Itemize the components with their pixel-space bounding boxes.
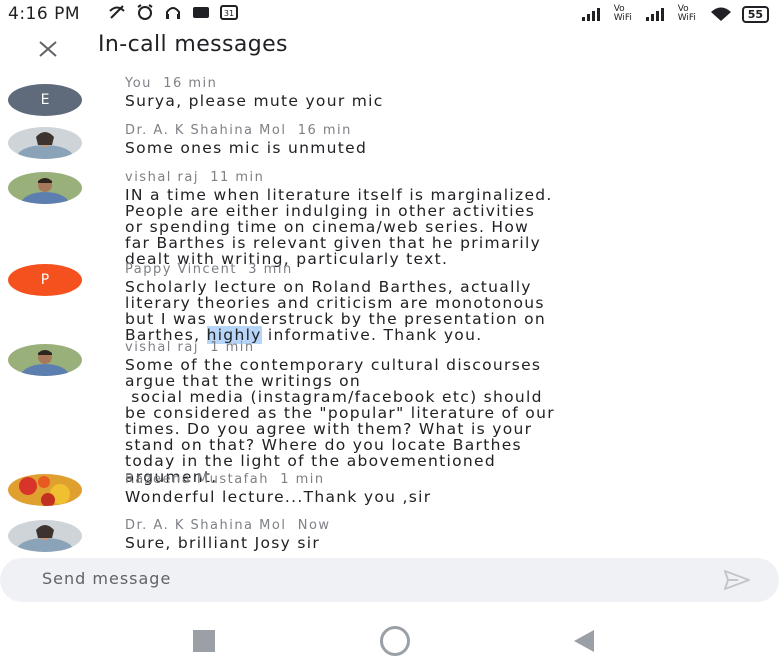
- no-wifi-icon: [109, 5, 125, 19]
- message-composer[interactable]: Send message: [0, 558, 779, 602]
- message-text: Some of the contemporary cultural discou…: [125, 356, 555, 486]
- message-time: Now: [297, 518, 331, 533]
- system-status-icons: Vo WiFi Vo WiFi 55: [581, 4, 769, 23]
- message-text-line: Scholarly lecture on Roland Barthes, act…: [125, 278, 532, 296]
- send-message-input[interactable]: Send message: [42, 569, 171, 588]
- sender-name: vishal raj: [125, 340, 199, 355]
- message-meta: Dr. A. K Shahina Mol 16 min: [125, 123, 352, 138]
- avatar-letter: E: [40, 92, 50, 108]
- message-meta: vishal raj 1 min: [125, 340, 255, 355]
- message-text: Some ones mic is unmuted: [125, 139, 368, 157]
- app-notification-icon: [193, 7, 209, 18]
- vowifi-label: Vo WiFi: [677, 4, 696, 23]
- message-meta: vishal raj 11 min: [125, 170, 264, 185]
- sender-name: Dr. A. K Shahina Mol: [125, 518, 287, 533]
- message-time: 11 min: [210, 170, 265, 185]
- message-item: Dr. A. K Shahina Mol Now Sure, brilliant…: [0, 518, 779, 558]
- message-item: vishal raj 1 min Some of the contemporar…: [0, 340, 779, 485]
- message-item: Razeena Mustafah 1 min Wonderful lecture…: [0, 472, 779, 512]
- vowifi-label: Vo WiFi: [613, 4, 632, 23]
- battery-icon: 55: [741, 5, 769, 23]
- message-time: 16 min: [163, 76, 218, 91]
- message-list[interactable]: E You 16 min Surya, please mute your mic…: [0, 68, 779, 552]
- profile-photo-icon: [8, 520, 82, 552]
- message-time: 3 min: [248, 262, 293, 277]
- message-item: vishal raj 11 min IN a time when literat…: [0, 170, 779, 267]
- message-item: E You 16 min Surya, please mute your mic: [0, 76, 779, 116]
- avatar: E: [8, 84, 82, 116]
- alarm-icon: [137, 4, 153, 20]
- avatar: [8, 127, 82, 159]
- sender-name: Dr. A. K Shahina Mol: [125, 123, 287, 138]
- message-text: Scholarly lecture on Roland Barthes, act…: [125, 278, 546, 344]
- page-title: In-call messages: [98, 32, 288, 57]
- avatar-letter: P: [40, 272, 50, 288]
- avatar: [8, 474, 82, 506]
- message-meta: Pappy Vincent 3 min: [125, 262, 293, 277]
- status-bar: 4:16 PM 31 Vo WiFi Vo WiFi 55: [0, 0, 779, 30]
- message-text-line: literary theories and criticism are mono…: [125, 294, 545, 312]
- message-text-line: but I was wonderstruck by the presentati…: [125, 310, 546, 328]
- profile-photo-icon: [8, 127, 82, 159]
- home-button[interactable]: [380, 626, 410, 656]
- app-bar: In-call messages: [0, 30, 779, 64]
- profile-photo-icon: [8, 474, 82, 506]
- message-meta: Dr. A. K Shahina Mol Now: [125, 518, 331, 533]
- message-text: IN a time when literature itself is marg…: [125, 186, 553, 268]
- notification-icons: 31: [108, 4, 238, 20]
- calendar-icon: 31: [220, 5, 238, 20]
- close-icon[interactable]: [34, 34, 62, 62]
- message-time: 16 min: [297, 123, 352, 138]
- message-time: 1 min: [210, 340, 255, 355]
- message-item: P Pappy Vincent 3 min Scholarly lecture …: [0, 262, 779, 344]
- recents-button[interactable]: [193, 630, 215, 652]
- message-item: Dr. A. K Shahina Mol 16 min Some ones mi…: [0, 123, 779, 163]
- sender-name: Pappy Vincent: [125, 262, 237, 277]
- message-text: Sure, brilliant Josy sir: [125, 534, 321, 552]
- svg-text:31: 31: [224, 9, 234, 18]
- message-text: Surya, please mute your mic: [125, 92, 384, 110]
- profile-photo-icon: [8, 344, 82, 376]
- sender-name: You: [125, 76, 152, 91]
- avatar: [8, 520, 82, 552]
- back-button[interactable]: [574, 630, 594, 652]
- message-time: 1 min: [280, 472, 325, 487]
- signal-icon: [581, 8, 600, 21]
- system-navigation-bar: [0, 618, 779, 656]
- sender-name: vishal raj: [125, 170, 199, 185]
- sender-name: Razeena Mustafah: [125, 472, 269, 487]
- avatar: [8, 344, 82, 376]
- message-text: Wonderful lecture...Thank you ,sir: [125, 488, 432, 506]
- signal-icon: [645, 8, 664, 21]
- profile-photo-icon: [8, 172, 82, 204]
- avatar: P: [8, 264, 82, 296]
- send-icon[interactable]: [723, 568, 751, 592]
- message-meta: You 16 min: [125, 76, 217, 91]
- avatar: [8, 172, 82, 204]
- wifi-icon: [710, 7, 731, 21]
- message-meta: Razeena Mustafah 1 min: [125, 472, 325, 487]
- status-time: 4:16 PM: [8, 4, 80, 24]
- headset-icon: [166, 7, 180, 19]
